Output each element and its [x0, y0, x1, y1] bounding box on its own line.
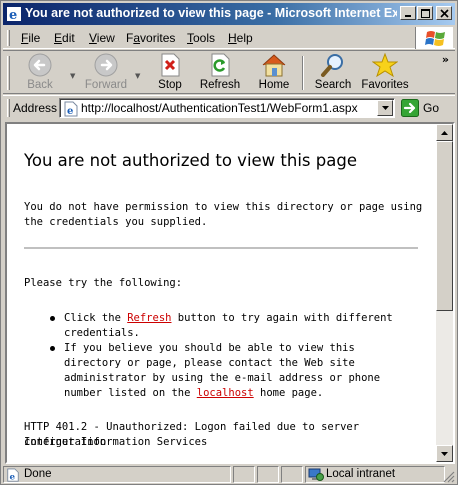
minimize-button[interactable]	[400, 6, 416, 20]
status-text: Done	[24, 468, 52, 480]
menu-tools[interactable]: Tools	[187, 31, 215, 45]
resize-grip-icon[interactable]	[443, 471, 455, 483]
home-icon	[262, 54, 286, 77]
vertical-scrollbar[interactable]	[436, 124, 453, 462]
status-panel	[233, 466, 255, 483]
windows-logo	[415, 27, 453, 49]
divider	[24, 247, 418, 249]
browser-window: e You are not authorized to view this pa…	[0, 0, 458, 485]
status-panel	[257, 466, 279, 483]
try-following-text: Please try the following:	[24, 277, 183, 289]
menu-view[interactable]: View	[89, 31, 115, 45]
intro-text: You do not have permission to view this …	[24, 201, 423, 228]
back-arrow-icon	[28, 53, 52, 77]
close-icon	[439, 8, 449, 18]
svg-text:e: e	[10, 472, 16, 482]
address-grip[interactable]	[7, 99, 10, 117]
back-dropdown[interactable]: ▼	[70, 72, 75, 80]
localhost-link[interactable]: localhost	[197, 387, 254, 399]
stop-icon	[161, 53, 180, 77]
menu-edit[interactable]: Edit	[54, 31, 75, 45]
status-panel	[281, 466, 303, 483]
menu-help[interactable]: Help	[228, 31, 253, 45]
address-label: Address	[13, 101, 58, 115]
go-button[interactable]: Go	[401, 99, 439, 117]
ie-page-icon: e	[64, 101, 78, 117]
window-title: You are not authorized to view this page…	[25, 6, 397, 20]
home-button[interactable]: Home	[255, 53, 293, 93]
suggestion-list: Click the Refresh button to try again wi…	[47, 311, 417, 401]
internet-explorer-icon: e	[7, 7, 21, 22]
forward-button[interactable]: Forward	[81, 53, 131, 93]
toolbar-overflow-chevron[interactable]: »	[442, 53, 449, 66]
page-done-icon: e	[7, 468, 19, 482]
toolbar-grip[interactable]	[7, 56, 10, 90]
go-label: Go	[423, 101, 440, 115]
scroll-up-button[interactable]	[436, 124, 453, 141]
standard-toolbar: Back ▼ Forward ▼ Stop Refresh Home Searc…	[3, 50, 455, 94]
refresh-icon	[211, 53, 230, 77]
menu-file[interactable]: File	[21, 31, 40, 45]
search-icon	[321, 54, 343, 77]
address-dropdown-button[interactable]	[377, 100, 393, 116]
address-bar: Address e http://localhost/Authenticatio…	[3, 95, 455, 120]
minimize-icon	[405, 15, 411, 17]
menu-bar: File Edit View Favorites Tools Help	[3, 27, 455, 49]
svg-text:e: e	[67, 106, 73, 117]
toolbar-separator	[302, 56, 304, 90]
menu-grip[interactable]	[7, 30, 10, 46]
scroll-down-button[interactable]	[436, 445, 453, 462]
status-bar: e Done Local intranet	[3, 465, 455, 484]
list-item: Click the Refresh button to try again wi…	[47, 311, 417, 341]
back-button[interactable]: Back	[17, 53, 63, 93]
local-intranet-icon	[308, 468, 324, 481]
status-main-panel: e Done	[3, 466, 231, 483]
windows-flag-icon	[425, 31, 445, 46]
security-zone-panel: Local intranet	[305, 466, 445, 483]
scroll-thumb[interactable]	[436, 141, 453, 311]
menu-favorites[interactable]: Favorites	[126, 31, 175, 45]
page-content: You are not authorized to view this page…	[7, 124, 435, 462]
favorites-button[interactable]: Favorites	[359, 53, 411, 93]
address-url: http://localhost/AuthenticationTest1/Web…	[81, 101, 358, 115]
forward-dropdown[interactable]: ▼	[135, 72, 140, 80]
address-input[interactable]: e http://localhost/AuthenticationTest1/W…	[59, 98, 395, 118]
go-arrow-icon	[401, 99, 419, 117]
title-bar[interactable]: e You are not authorized to view this pa…	[3, 3, 455, 25]
maximize-button[interactable]	[417, 6, 433, 20]
arrow-down-icon	[441, 451, 448, 456]
refresh-button[interactable]: Refresh	[197, 53, 243, 93]
forward-arrow-icon	[94, 53, 118, 77]
list-item: If you believe you should be able to vie…	[47, 341, 417, 401]
chevron-down-icon	[381, 106, 389, 110]
arrow-up-icon	[441, 130, 448, 135]
refresh-link[interactable]: Refresh	[127, 312, 171, 324]
close-button[interactable]	[436, 6, 452, 20]
page-viewport: You are not authorized to view this page…	[5, 122, 455, 464]
zone-text: Local intranet	[326, 468, 396, 480]
favorites-star-icon	[372, 53, 398, 77]
server-name-text: Internet Information Services	[24, 436, 208, 448]
page-heading: You are not authorized to view this page	[24, 151, 357, 170]
search-button[interactable]: Search	[311, 53, 355, 93]
svg-text:e: e	[9, 8, 17, 22]
stop-button[interactable]: Stop	[151, 53, 189, 93]
maximize-icon	[420, 8, 430, 18]
